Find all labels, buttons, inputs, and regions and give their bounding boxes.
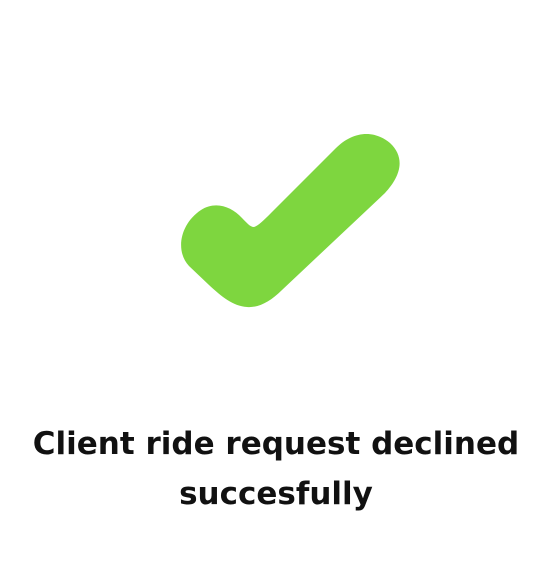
success-screen: Client ride request declined succesfully <box>0 0 552 574</box>
status-message-line-1: Client ride request declined <box>32 425 520 462</box>
check-icon-svg <box>181 133 400 308</box>
check-icon-shape <box>181 133 400 308</box>
check-icon <box>170 126 406 316</box>
status-message: Client ride request declined succesfully <box>0 419 552 519</box>
status-message-line-2: succesfully <box>179 475 373 512</box>
